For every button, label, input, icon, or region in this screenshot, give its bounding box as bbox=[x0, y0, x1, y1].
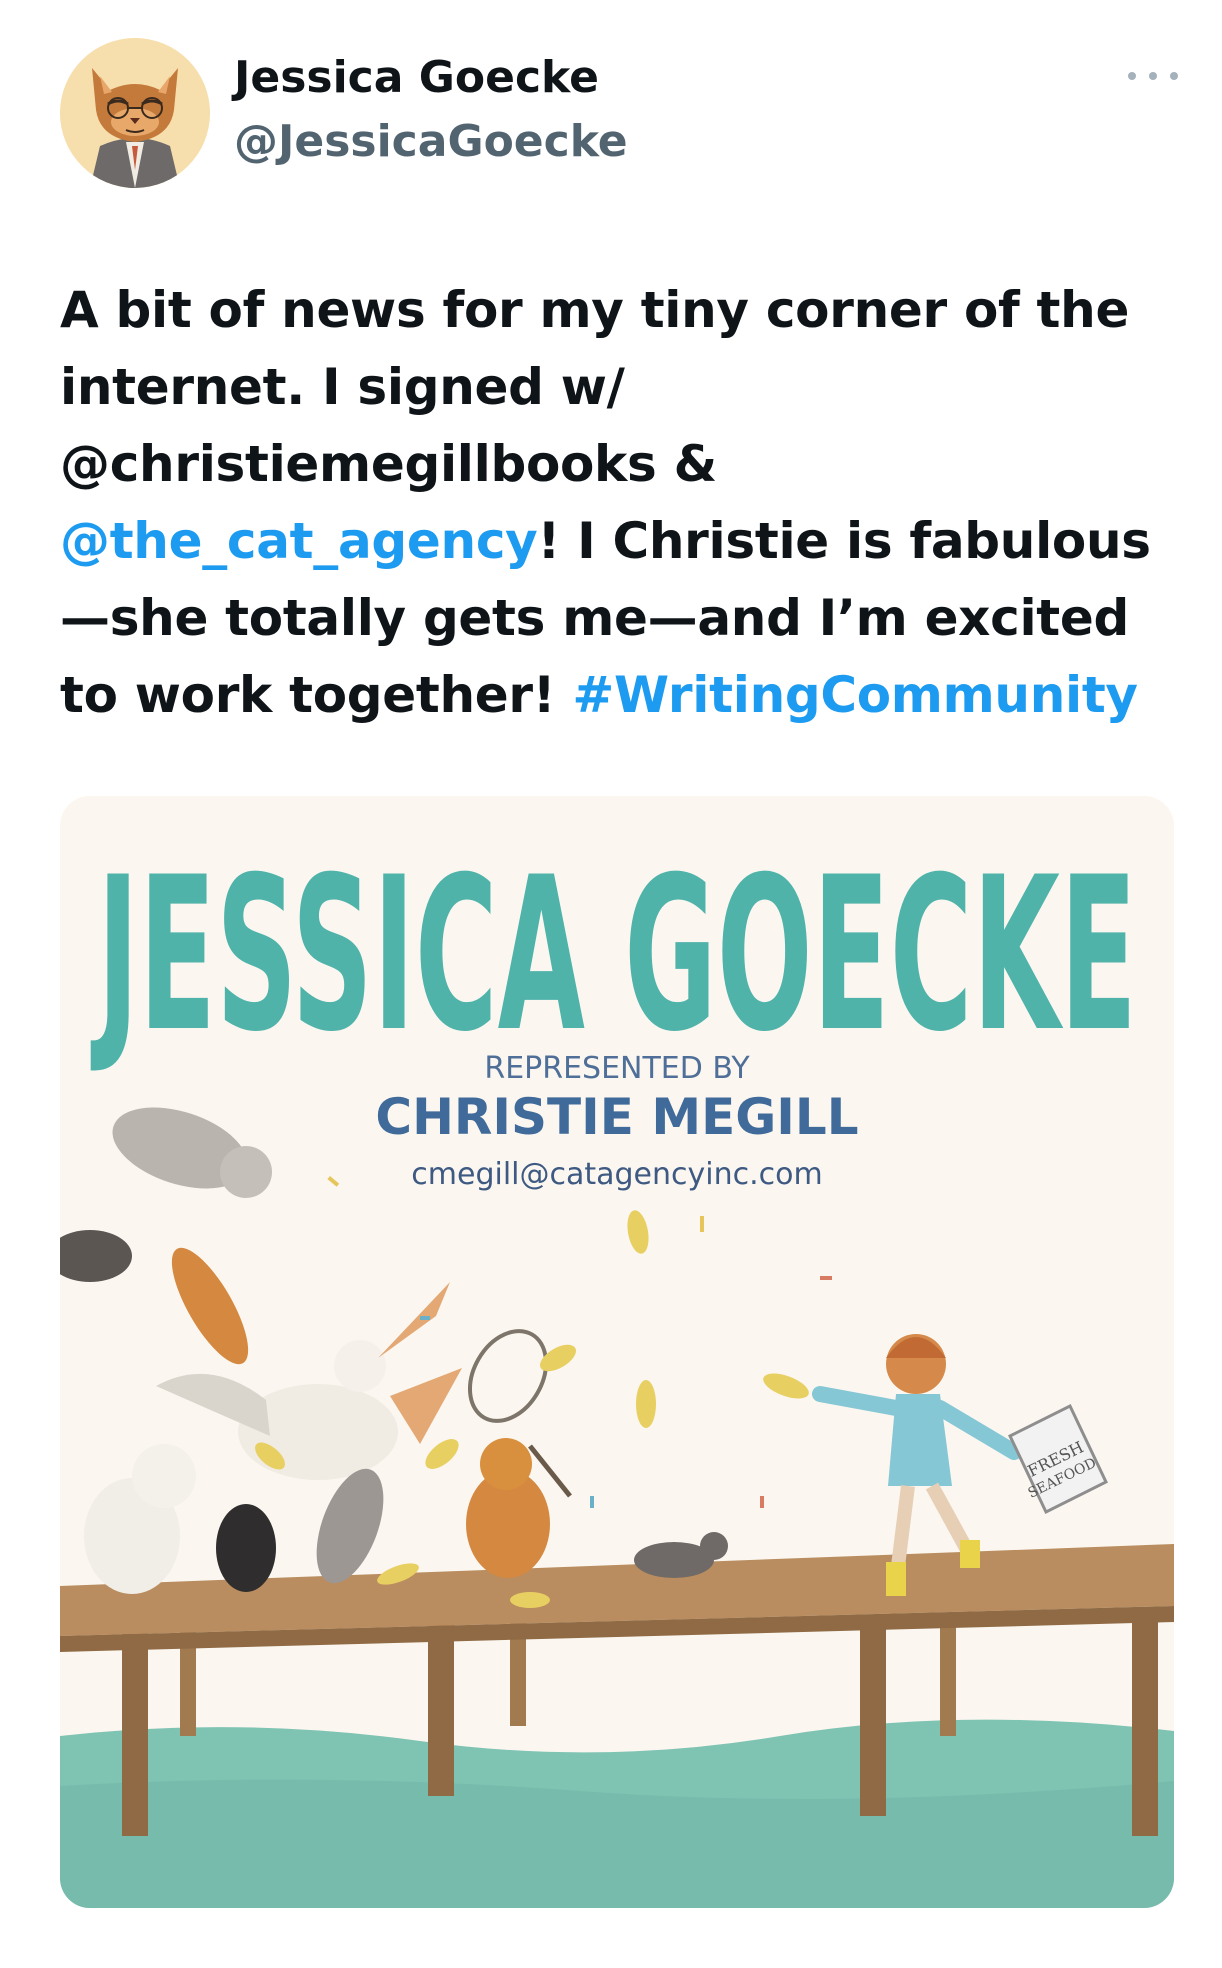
tweet-line-6: to work together! #WritingCommunity bbox=[60, 657, 1170, 734]
author-handle[interactable]: @JessicaGoecke bbox=[234, 116, 628, 167]
hashtag-writingcommunity[interactable]: #WritingCommunity bbox=[572, 666, 1138, 724]
agent-name: CHRISTIE MEGILL bbox=[375, 1088, 858, 1146]
illustration-title: JESSICA GOECKE bbox=[90, 831, 1137, 1078]
tweet-line-2: internet. I signed w/ bbox=[60, 358, 625, 416]
tweet-line-4: @the_cat_agency! I Christie is fabulous bbox=[60, 503, 1170, 580]
represented-by-label: REPRESENTED BY bbox=[484, 1051, 750, 1086]
tweet-card: Jessica Goecke @JessicaGoecke A bit of n… bbox=[0, 0, 1222, 1968]
tweet-image[interactable]: JESSICA GOECKE REPRESENTED BY CHRISTIE M… bbox=[60, 796, 1174, 1908]
more-options-icon bbox=[1128, 72, 1136, 80]
author-name[interactable]: Jessica Goecke bbox=[234, 52, 599, 103]
illustration: JESSICA GOECKE REPRESENTED BY CHRISTIE M… bbox=[60, 796, 1174, 1908]
tweet-line-5: —she totally gets me—and I’m excited bbox=[60, 589, 1130, 647]
tweet-line-4-rest: ! I Christie is fabulous bbox=[537, 512, 1151, 570]
tweet-line-1: A bit of news for my tiny corner of the bbox=[60, 281, 1130, 339]
agent-email: cmegill@catagencyinc.com bbox=[411, 1157, 822, 1192]
more-options-button[interactable] bbox=[1128, 66, 1178, 86]
tweet-text: A bit of news for my tiny corner of the … bbox=[60, 272, 1170, 734]
tweet-line-6-pre: to work together! bbox=[60, 666, 573, 724]
cat-avatar-icon bbox=[60, 38, 210, 188]
author-avatar[interactable] bbox=[60, 38, 210, 188]
mention-christiemegillbooks[interactable]: @christiemegillbooks & bbox=[60, 426, 1170, 503]
mention-the-cat-agency[interactable]: @the_cat_agency bbox=[60, 512, 538, 570]
